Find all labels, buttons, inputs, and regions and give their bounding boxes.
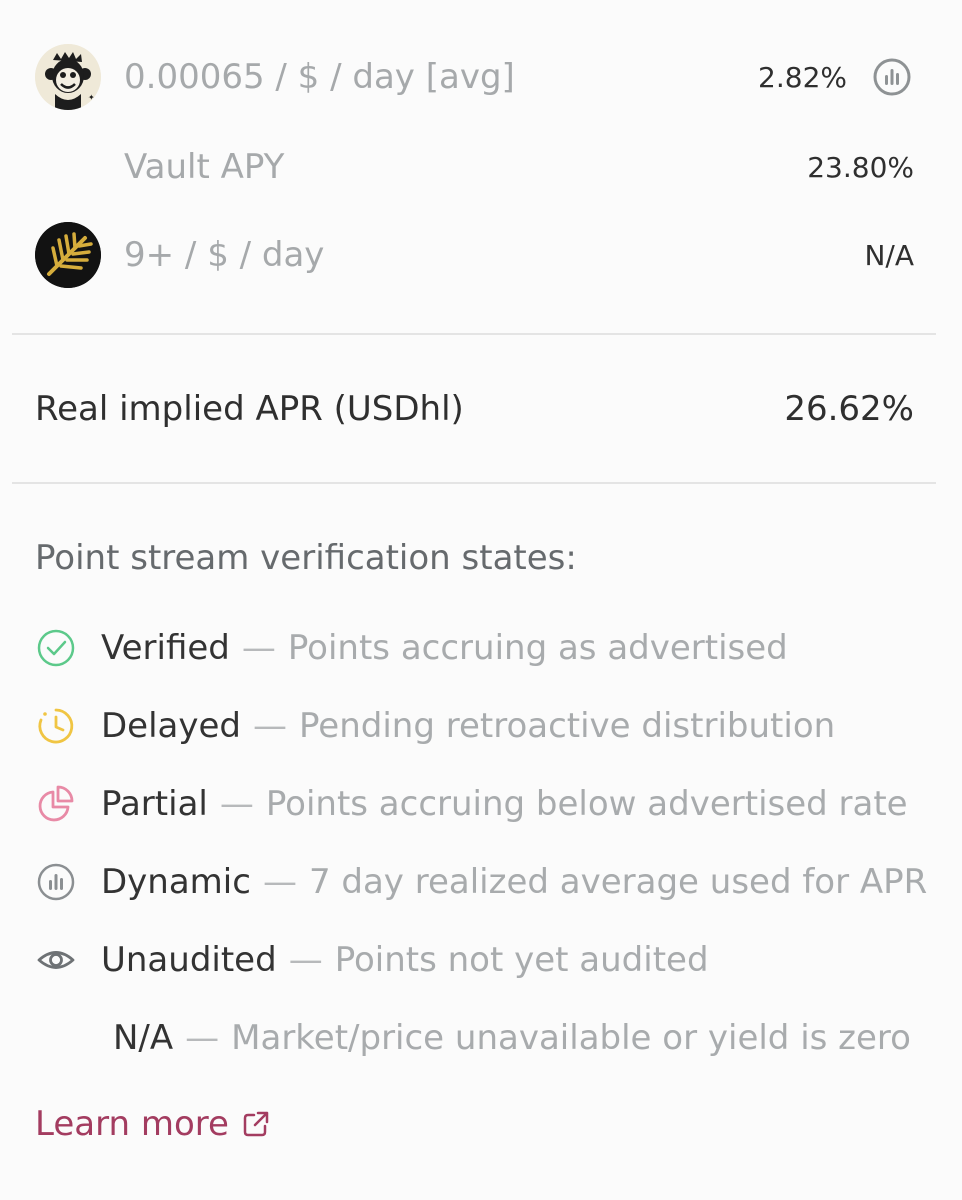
reward-rate-label: 0.00065 / $ / day [avg] [124,57,515,97]
reward-rate-value: 2.82% [758,61,847,94]
divider [12,482,936,484]
reward-rate-label: 9+ / $ / day [124,235,325,275]
vault-apy-value: 23.80% [807,151,914,184]
vault-apy-label: Vault APY [124,147,285,187]
clock-icon [35,705,77,747]
legend-item-verified: Verified — Points accruing as advertised [35,626,788,670]
legend-item-delayed: Delayed — Pending retroactive distributi… [35,704,835,748]
legend-item-partial: Partial — Points accruing below advertis… [35,782,908,826]
implied-apr-value: 26.62% [784,389,914,429]
implied-apr-label: Real implied APR (USDhl) [35,389,464,429]
monkey-mascot-icon: ✦ [35,44,101,110]
bar-chart-circle-icon [35,861,77,903]
reward-rate-value: N/A [864,239,914,272]
check-circle-icon [35,627,77,669]
reward-row: 9+ / $ / day N/A [0,216,962,296]
reward-row: Vault APY 23.80% [0,128,962,208]
divider [12,333,936,335]
legend-item-na: N/A — Market/price unavailable or yield … [113,1018,911,1058]
external-link-icon [241,1109,271,1139]
reward-row: ✦ 0.00065 / $ / day [avg] 2.82% [0,38,962,118]
legend-item-dynamic: Dynamic — 7 day realized average used fo… [35,860,927,904]
legend-item-unaudited: Unaudited — Points not yet audited [35,938,709,982]
legend-title: Point stream verification states: [35,538,577,578]
bar-chart-circle-icon[interactable] [872,57,912,97]
learn-more-label: Learn more [35,1104,229,1144]
implied-apr-row: Real implied APR (USDhl) 26.62% [0,370,962,450]
eye-icon [35,939,77,981]
learn-more-link[interactable]: Learn more [35,1104,271,1144]
svg-text:✦: ✦ [88,93,95,102]
pie-chart-icon [35,783,77,825]
gold-leaf-icon [35,222,101,288]
